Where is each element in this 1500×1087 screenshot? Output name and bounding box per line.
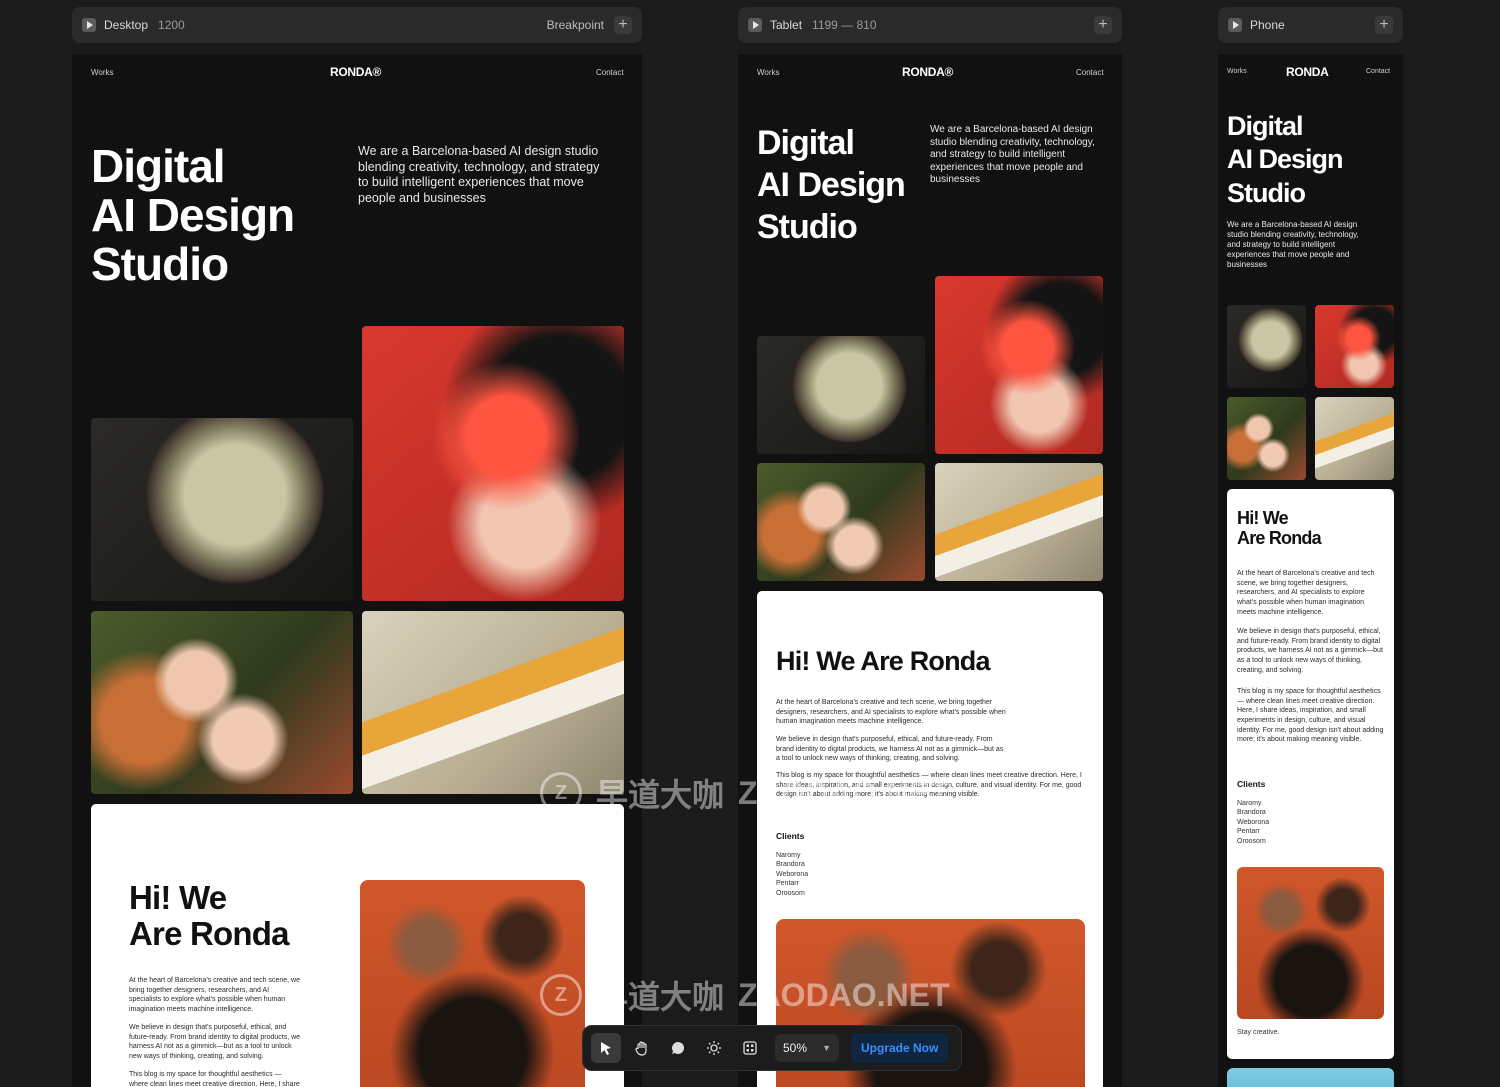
clients-list: Naromy Brandora Weborona Pentarr Oroosom	[1237, 799, 1269, 846]
client-item: Oroosom	[1237, 837, 1266, 845]
about-paragraph-2: We believe in design that's purposeful, …	[129, 1024, 301, 1060]
about-card: Hi! We Are Ronda At the heart of Barcelo…	[757, 591, 1103, 1087]
girls-in-grass-image	[1227, 397, 1306, 480]
bottom-toolbar: 50% ▼ Upgrade Now	[582, 1025, 962, 1071]
frame-name: Desktop	[104, 18, 149, 32]
about-paragraph-1: At the heart of Barcelona's creative and…	[776, 699, 1006, 726]
next-section-image	[1227, 1068, 1394, 1087]
about-title: Hi! We Are Ronda	[1237, 508, 1322, 548]
desktop-canvas: Works RONDA® Contact Digital AI Design Stu…	[72, 54, 642, 1087]
about-card: Hi! We Are Ronda At the heart of Barcelon…	[91, 804, 624, 1087]
clients-heading: Clients	[776, 831, 805, 841]
site-logo[interactable]: RONDA®	[902, 65, 953, 79]
girls-in-grass-image	[91, 611, 353, 794]
play-icon[interactable]	[1228, 18, 1242, 32]
girls-in-grass-image	[757, 463, 925, 581]
client-item: Oroosom	[776, 889, 805, 897]
client-item: Weborona	[776, 870, 809, 878]
about-paragraph-2: We believe in design that's purposeful, …	[776, 736, 1004, 763]
play-icon[interactable]	[748, 18, 762, 32]
drink-image	[757, 336, 925, 454]
sun-icon[interactable]	[699, 1033, 729, 1063]
nav-works-link[interactable]: Works	[757, 68, 780, 77]
hero-title: Digital AI Design Studio	[757, 124, 906, 247]
packaging-image	[1315, 397, 1394, 480]
client-item: Naromy	[1237, 800, 1262, 807]
drink-image	[1227, 305, 1306, 388]
about-paragraph-1: At the heart of Barcelona's creative and…	[129, 977, 300, 1013]
phone-canvas: Works RONDA Contact Digital AI Design Stud…	[1218, 54, 1403, 1087]
flower-portrait-image	[935, 276, 1103, 454]
about-paragraph-3: This blog is my space for thoughtful aes…	[129, 1071, 300, 1087]
hero-description: We are a Barcelona-based AI design studi…	[1227, 220, 1359, 269]
nav-contact-link[interactable]: Contact	[596, 68, 624, 77]
comment-icon[interactable]	[663, 1033, 693, 1063]
about-paragraph-3: This blog is my space for thoughtful aes…	[1237, 688, 1384, 744]
client-item: Brandora	[1237, 809, 1266, 817]
frame-name: Phone	[1250, 18, 1285, 32]
frame-range: 1199 — 810	[812, 18, 877, 32]
team-photo	[1237, 867, 1384, 1019]
clients-list: Naromy Brandora Weborona Pentarr Oroosom	[776, 851, 808, 898]
about-title: Hi! We Are Ronda	[776, 646, 991, 676]
breakpoint-label[interactable]: Breakpoint	[547, 18, 604, 32]
add-breakpoint-icon[interactable]: +	[1375, 16, 1393, 34]
nav-contact-link[interactable]: Contact	[1366, 68, 1390, 75]
flower-portrait-image	[1315, 305, 1394, 388]
hero-title: Digital AI Design Studio	[1227, 111, 1344, 208]
frame-name: Tablet	[770, 18, 803, 32]
hero-description: We are a Barcelona-based AI design studi…	[358, 144, 600, 205]
hero-title: Digital AI Design Studio	[91, 140, 295, 290]
desktop-frame-bar[interactable]: Desktop 1200 Breakpoint +	[72, 7, 642, 43]
phone-frame-bar[interactable]: Phone +	[1218, 7, 1403, 43]
about-paragraph-2: We believe in design that's purposeful, …	[1237, 628, 1383, 674]
pointer-icon[interactable]	[591, 1033, 621, 1063]
about-card: Hi! We Are Ronda At the heart of Barcelon…	[1227, 489, 1394, 1059]
about-title: Hi! We Are Ronda	[129, 879, 289, 953]
nav-works-link[interactable]: Works	[91, 68, 114, 77]
client-item: Pentarr	[1237, 828, 1260, 836]
play-icon[interactable]	[82, 18, 96, 32]
nav-works-link[interactable]: Works	[1227, 68, 1247, 75]
client-item: Pentarr	[776, 880, 799, 888]
client-item: Naromy	[776, 852, 801, 859]
chevron-down-icon: ▼	[822, 1043, 831, 1053]
hand-icon[interactable]	[627, 1033, 657, 1063]
add-breakpoint-icon[interactable]: +	[614, 16, 632, 34]
team-photo	[360, 880, 585, 1087]
client-item: Weborona	[1237, 818, 1270, 826]
about-paragraph-3: This blog is my space for thoughtful aes…	[776, 772, 1082, 799]
flower-portrait-image	[362, 326, 624, 601]
packaging-image	[935, 463, 1103, 581]
hero-description: We are a Barcelona-based AI design studi…	[930, 124, 1095, 185]
frame-range: 1200	[158, 18, 185, 32]
tablet-frame-bar[interactable]: Tablet 1199 — 810 +	[738, 7, 1122, 43]
site-logo[interactable]: RONDA	[1286, 65, 1329, 79]
site-logo[interactable]: RONDA®	[330, 65, 381, 79]
signoff-text: Stay creative.	[1237, 1029, 1280, 1036]
about-paragraph-1: At the heart of Barcelona's creative and…	[1237, 570, 1375, 616]
zoom-value: 50%	[783, 1041, 808, 1055]
clients-heading: Clients	[1237, 779, 1266, 789]
upgrade-button[interactable]: Upgrade Now	[851, 1033, 949, 1063]
zoom-select[interactable]: 50% ▼	[775, 1034, 839, 1062]
drink-image	[91, 418, 353, 601]
add-breakpoint-icon[interactable]: +	[1094, 16, 1112, 34]
tablet-canvas: Works RONDA® Contact Digital AI Design Stu…	[738, 54, 1122, 1087]
packaging-image	[362, 611, 624, 794]
client-item: Brandora	[776, 861, 805, 869]
nav-contact-link[interactable]: Contact	[1076, 68, 1104, 77]
grid-icon[interactable]	[735, 1033, 765, 1063]
